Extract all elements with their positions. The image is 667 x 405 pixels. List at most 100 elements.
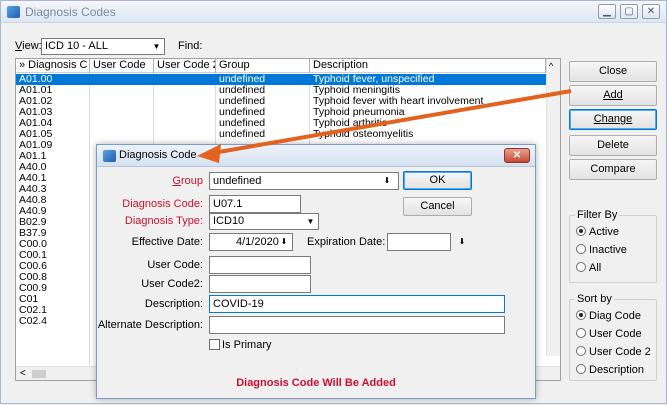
table-row[interactable]: A01.04 undefined Typhoid arthritis xyxy=(16,118,560,129)
effective-date-label: Effective Date: xyxy=(131,236,203,248)
diagnosis-type-select[interactable]: ICD10 ▼ xyxy=(209,213,319,230)
table-row[interactable]: A01.05 undefined Typhoid osteomyelitis xyxy=(16,129,560,140)
cell-group: undefined xyxy=(219,118,266,129)
cell-group: undefined xyxy=(219,129,266,140)
diagnosis-type-label: Diagnosis Type: xyxy=(124,215,203,227)
filter-inactive-radio[interactable]: Inactive xyxy=(576,244,627,256)
user-code-field[interactable] xyxy=(209,256,311,274)
filter-all-radio[interactable]: All xyxy=(576,262,601,274)
cell-code: A01.00 xyxy=(19,74,53,85)
description-label: Description: xyxy=(144,298,203,310)
cell-code: C00.8 xyxy=(19,272,48,283)
cell-group: undefined xyxy=(219,107,266,118)
col-diagnosis-code[interactable]: » Diagnosis C xyxy=(16,59,90,73)
diagnosis-code-field[interactable]: U07.1 xyxy=(209,195,301,213)
cell-code: A40.8 xyxy=(19,195,47,206)
cell-code: A01.02 xyxy=(19,96,53,107)
diagnosis-code-label: Diagnosis Code: xyxy=(122,198,203,210)
col-user-code[interactable]: User Code xyxy=(90,59,154,73)
cell-code: A40.3 xyxy=(19,184,47,195)
is-primary-checkbox[interactable]: Is Primary xyxy=(209,339,272,351)
view-select-value: ICD 10 - ALL xyxy=(45,40,108,52)
cell-code: A40.1 xyxy=(19,173,47,184)
effective-date-picker-icon[interactable]: ⬇ xyxy=(277,235,291,249)
expiration-date-picker-icon[interactable]: ⬇ xyxy=(455,235,469,249)
find-label: Find: xyxy=(178,40,203,52)
table-row[interactable]: A01.01 undefined Typhoid meningitis xyxy=(16,85,560,96)
cell-code: A01.03 xyxy=(19,107,53,118)
change-button[interactable]: Change xyxy=(569,109,657,130)
cancel-button[interactable]: Cancel xyxy=(403,197,472,216)
grid-vertical-scrollbar[interactable]: ^ xyxy=(546,59,560,356)
status-message: Diagnosis Code Will Be Added xyxy=(236,377,396,389)
dialog-title-bar: Diagnosis Code ✕ xyxy=(97,145,535,167)
add-button[interactable]: Add xyxy=(569,85,657,106)
cell-code: C02.1 xyxy=(19,305,48,316)
cell-desc: Typhoid arthritis xyxy=(313,118,388,129)
main-window: Diagnosis Codes ▁ ▢ ✕ View: ICD 10 - ALL… xyxy=(0,0,667,404)
sort-user-code-radio[interactable]: User Code xyxy=(576,328,642,340)
delete-button[interactable]: Delete xyxy=(569,135,657,156)
scroll-up-icon[interactable]: ^ xyxy=(549,61,553,71)
table-row[interactable]: A01.00 undefined Typhoid fever, unspecifie… xyxy=(16,74,560,85)
cell-group: undefined xyxy=(219,96,266,107)
scroll-left-icon[interactable]: < xyxy=(20,368,26,379)
expiration-date-field[interactable] xyxy=(387,233,451,251)
title-bar: Diagnosis Codes ▁ ▢ ✕ xyxy=(1,1,666,23)
minimize-button[interactable]: ▁ xyxy=(598,4,616,19)
col-group[interactable]: Group xyxy=(216,59,310,73)
sort-description-radio[interactable]: Description xyxy=(576,364,644,376)
maximize-button[interactable]: ▢ xyxy=(620,4,638,19)
scroll-thumb[interactable] xyxy=(32,370,46,378)
alternate-description-field[interactable] xyxy=(209,316,505,334)
cell-code: A01.04 xyxy=(19,118,53,129)
col-description[interactable]: Description xyxy=(310,59,546,73)
grid-header: » Diagnosis C User Code User Code 2 Grou… xyxy=(16,59,560,73)
filter-by-group: Filter By Active Inactive All xyxy=(569,209,657,283)
filter-by-title: Filter By xyxy=(575,209,620,221)
filter-active-radio[interactable]: Active xyxy=(576,226,619,238)
user-code-label: User Code: xyxy=(147,259,203,271)
diagnosis-code-dialog: Diagnosis Code ✕ Group undefined ⬇ Diagn… xyxy=(96,144,536,399)
description-field[interactable]: COVID-19 xyxy=(209,295,505,313)
cell-code: C02.4 xyxy=(19,316,48,327)
chevron-down-icon: ▼ xyxy=(152,42,161,51)
sort-diag-code-radio[interactable]: Diag Code xyxy=(576,310,641,322)
cell-desc: Typhoid pneumonia xyxy=(313,107,405,118)
window-title: Diagnosis Codes xyxy=(25,5,116,19)
cell-group: undefined xyxy=(219,85,266,96)
compare-button[interactable]: Compare xyxy=(569,159,657,180)
user-code2-field[interactable] xyxy=(209,275,311,293)
chevron-down-icon: ▼ xyxy=(306,217,315,226)
sort-user-code-2-radio[interactable]: User Code 2 xyxy=(576,346,651,358)
cell-desc: Typhoid meningitis xyxy=(313,85,400,96)
cell-desc: Typhoid osteomyelitis xyxy=(313,129,414,140)
close-window-button[interactable]: ✕ xyxy=(642,4,660,19)
cell-desc: Typhoid fever, unspecified xyxy=(313,74,435,85)
cell-code: B02.9 xyxy=(19,217,47,228)
cell-code: A01.1 xyxy=(19,151,47,162)
dialog-close-button[interactable]: ✕ xyxy=(504,148,530,163)
cell-group: undefined xyxy=(219,74,266,85)
sort-by-group: Sort by Diag Code User Code User Code 2 … xyxy=(569,293,657,381)
group-lookup-icon[interactable]: ⬇ xyxy=(380,174,394,188)
cell-desc: Typhoid fever with heart involvement xyxy=(313,96,484,107)
table-row[interactable]: A01.02 undefined Typhoid fever with heart … xyxy=(16,96,560,107)
view-select[interactable]: ICD 10 - ALL ▼ xyxy=(41,38,165,55)
app-icon xyxy=(7,6,20,18)
user-code2-label: User Code2: xyxy=(141,278,203,290)
cell-code: A01.01 xyxy=(19,85,53,96)
ok-button[interactable]: OK xyxy=(403,171,472,190)
close-button[interactable]: Close xyxy=(569,61,657,82)
view-label: View: xyxy=(15,40,42,52)
col-user-code-2[interactable]: User Code 2 xyxy=(154,59,216,73)
cell-code: B37.9 xyxy=(19,228,47,239)
cell-code: C00.0 xyxy=(19,239,48,250)
table-row[interactable]: A01.03 undefined Typhoid pneumonia xyxy=(16,107,560,118)
group-field[interactable]: undefined ⬇ xyxy=(209,172,399,190)
sort-by-title: Sort by xyxy=(575,293,614,305)
cell-code: A40.0 xyxy=(19,162,47,173)
cell-code: C00.1 xyxy=(19,250,48,261)
cell-code: A01.05 xyxy=(19,129,53,140)
cell-code: C01 xyxy=(19,294,39,305)
